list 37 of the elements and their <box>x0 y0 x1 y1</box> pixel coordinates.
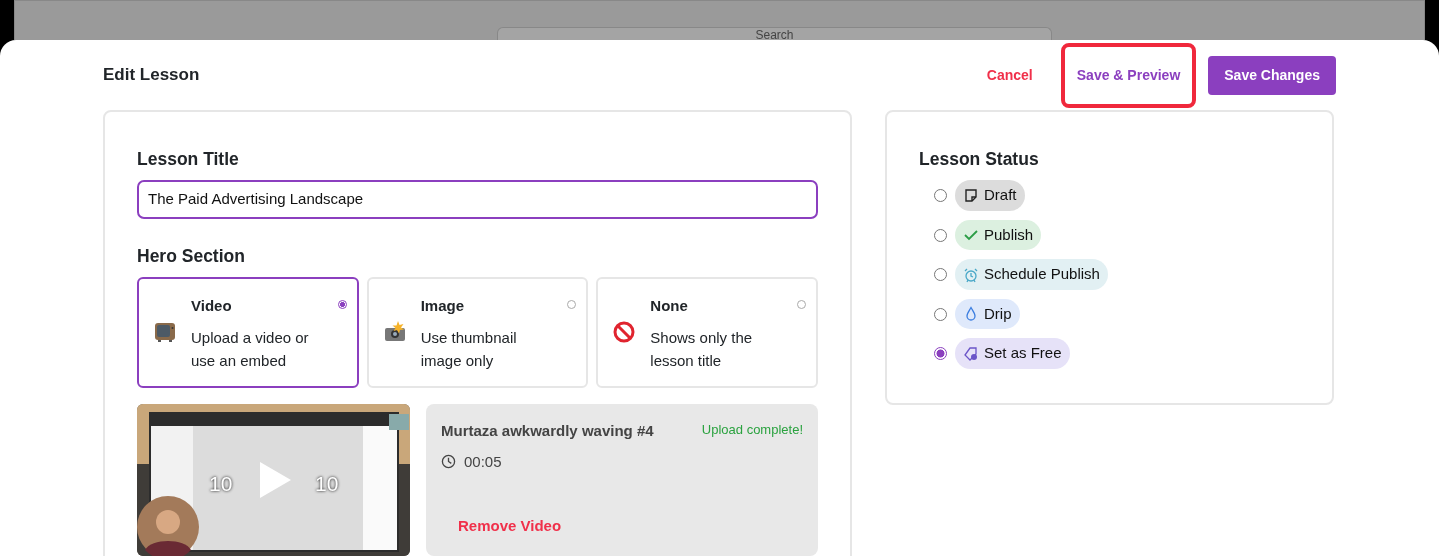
status-badge[interactable]: Publish <box>955 219 1042 251</box>
hero-option-card[interactable]: None Shows only the lesson title <box>596 277 818 388</box>
option-title: None <box>650 296 689 316</box>
option-title: Image <box>420 296 466 316</box>
note-icon <box>963 187 979 204</box>
drop-icon <box>963 306 979 322</box>
camera-icon <box>382 319 407 344</box>
save-button[interactable]: Save Changes <box>1208 55 1336 95</box>
tag-icon <box>963 345 979 362</box>
option-description: Shows only the lesson title <box>650 327 754 371</box>
status-badge[interactable]: Draft <box>955 180 1025 211</box>
cancel-button[interactable]: Cancel <box>970 55 1049 95</box>
video-duration: 00:05 <box>464 451 502 472</box>
lesson-title-input[interactable]: The Paid Advertising Landscape <box>137 180 818 219</box>
avatar-icon <box>137 496 199 556</box>
section-label: Lesson Status <box>919 148 1040 171</box>
clock-icon <box>441 454 456 470</box>
check-icon <box>963 227 979 243</box>
status-badge[interactable]: Drip <box>955 298 1020 330</box>
option-title: Video <box>191 296 233 316</box>
skip-forward-button[interactable]: 10 <box>315 468 339 500</box>
section-label: Hero Section <box>137 244 246 268</box>
upload-status: Upload complete! <box>701 421 803 439</box>
status-badge[interactable]: Set as Free <box>955 338 1070 369</box>
modal-title: Edit Lesson <box>103 64 200 86</box>
hero-option-card[interactable]: Image Use thumbnail image only <box>366 277 589 388</box>
alarm-clock-icon <box>963 266 979 283</box>
option-description: Use thumbnail image only <box>420 327 518 371</box>
video-title: Murtaza awkwardly waving #4 <box>441 421 654 441</box>
radio-button[interactable] <box>934 347 947 360</box>
skip-back-button[interactable]: 10 <box>209 468 233 500</box>
field-label: Lesson Title <box>137 148 240 171</box>
radio-indicator <box>337 300 347 309</box>
prohibited-icon <box>612 319 637 344</box>
status-badge[interactable]: Schedule Publish <box>955 259 1108 290</box>
option-description: Upload a video or use an embed <box>191 327 310 371</box>
hero-option-card[interactable]: Video Upload a video or use an embed <box>137 277 359 388</box>
